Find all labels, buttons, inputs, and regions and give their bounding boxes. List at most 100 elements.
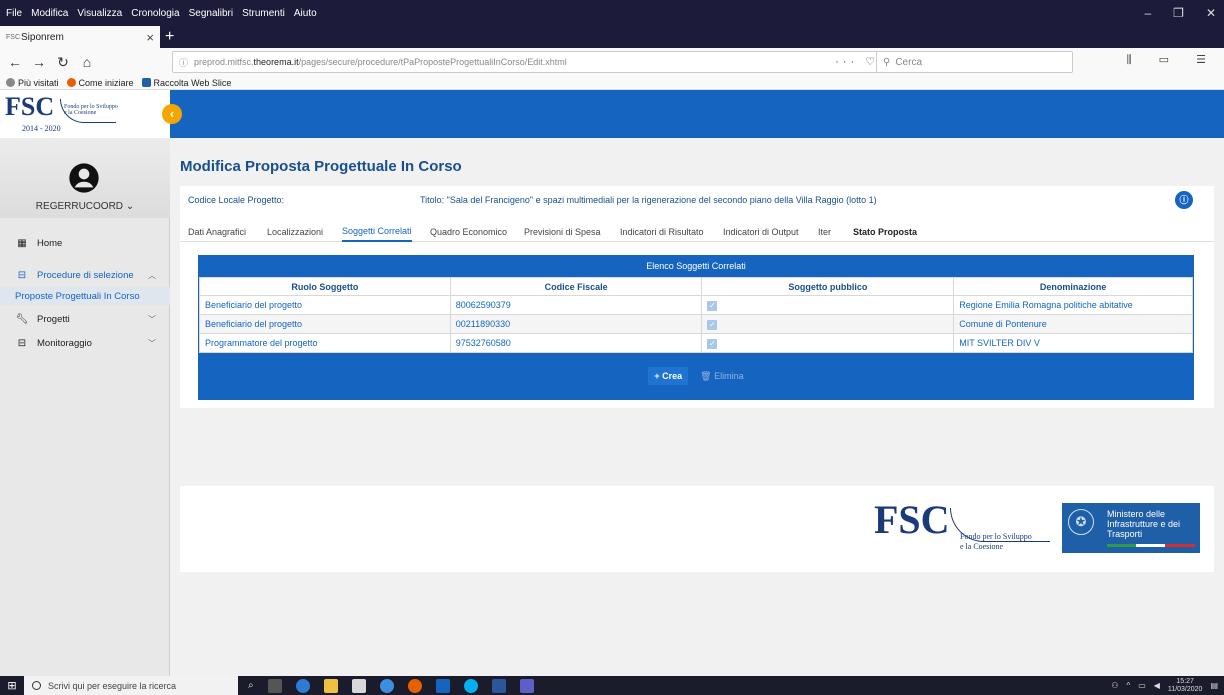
browser-search-input[interactable]: ⚲ Cerca [876, 51, 1073, 73]
tray-arrow-icon[interactable]: ^ [1126, 681, 1130, 690]
tab-previsioni-di-spesa[interactable]: Previsioni di Spesa [524, 222, 601, 242]
sidebar-item-label: Monitoraggio [37, 337, 92, 349]
file-explorer-icon[interactable] [323, 678, 338, 693]
sidebar-item-label: Progetti [37, 313, 70, 325]
network-icon[interactable]: ▭ [1138, 681, 1146, 690]
crea-button[interactable]: + Crea [648, 367, 689, 385]
sidebar-subitem-label: Proposte Progettuali In Corso [15, 290, 140, 302]
new-tab-icon[interactable]: + [165, 26, 174, 48]
user-name: REGERRUCOORD [35, 201, 124, 212]
tab-stato-proposta[interactable]: Stato Proposta [853, 222, 917, 242]
menu-file[interactable]: File [6, 8, 22, 19]
column-header[interactable]: Ruolo Soggetto [199, 277, 451, 296]
ie-icon[interactable] [379, 678, 394, 693]
tab-indicatori-di-risultato[interactable]: Indicatori di Risultato [620, 222, 704, 242]
menu-cronologia[interactable]: Cronologia [131, 8, 179, 19]
tab-indicatori-di-output[interactable]: Indicatori di Output [723, 222, 799, 242]
sidebar-item-procedure[interactable]: ⊟ Procedure di selezione ︿ [0, 264, 170, 286]
volume-icon[interactable]: ◀ [1154, 681, 1160, 690]
close-tab-icon[interactable]: × [146, 30, 154, 45]
reload-icon[interactable]: ↻ [54, 54, 72, 71]
footer-fsc-sub1: Fondo per lo Sviluppo [960, 532, 1032, 541]
task-view-icon[interactable] [267, 678, 282, 693]
edge-icon[interactable] [295, 678, 310, 693]
outlook-icon[interactable] [435, 678, 450, 693]
footer-fsc-logo: FSC [874, 497, 950, 542]
mit-logo: ✪ Ministero delle Infrastrutture e dei Tra… [1062, 503, 1200, 553]
table-row[interactable]: Beneficiario del progetto 80062590379 ✓ … [199, 295, 1193, 315]
home-icon[interactable]: ⌂ [78, 54, 96, 70]
footer: FSC Fondo per lo Sviluppo e la Coesione ✪… [180, 486, 1214, 572]
info-button[interactable]: ⓘ [1175, 191, 1193, 209]
procedure-icon: ⊟ [17, 269, 27, 281]
toolbar-icons[interactable]: ⫼ ▭ ☰ [1127, 53, 1218, 67]
page-title: Modifica Proposta Progettuale In Corso [180, 158, 462, 175]
skype-icon[interactable] [463, 678, 478, 693]
collapse-sidebar-button[interactable]: ‹ [162, 104, 182, 124]
logo-text: FSC [5, 92, 55, 121]
user-menu[interactable]: REGERRUCOORD ⌄ [0, 201, 170, 212]
menu-strumenti[interactable]: Strumenti [242, 8, 285, 19]
taskbar-search-input[interactable]: Scrivi qui per eseguire la ricerca [24, 676, 238, 695]
menu-modifica[interactable]: Modifica [31, 8, 68, 19]
bookmark-web-slice[interactable]: Raccolta Web Slice [141, 78, 231, 88]
cortana-icon [32, 681, 41, 690]
elimina-button[interactable]: 🗑︎ Elimina [700, 371, 743, 382]
table-row[interactable]: Beneficiario del progetto 00211890330 ✓ … [199, 314, 1193, 334]
cell-ruolo: Beneficiario del progetto [199, 295, 451, 315]
chevron-down-icon: ⌄ [125, 201, 135, 212]
people-icon[interactable]: ⚇ [1111, 681, 1118, 690]
main-content: Modifica Proposta Progettuale In Corso C… [170, 138, 1224, 676]
forward-icon[interactable]: → [30, 54, 48, 70]
tab-soggetti-correlati[interactable]: Soggetti Correlati [342, 222, 412, 242]
close-window-icon[interactable]: ✕ [1206, 6, 1216, 20]
web-slice-icon [141, 78, 151, 87]
codice-locale-label: Codice Locale Progetto: [188, 195, 285, 205]
sidebar-subitem-proposte[interactable]: Proposte Progettuali In Corso [0, 287, 170, 305]
emblem-icon: ✪ [1068, 509, 1094, 535]
microphone-icon[interactable]: ⌕ [248, 680, 254, 691]
dashboard-icon: ▦ [17, 237, 27, 249]
column-header[interactable]: Codice Fiscale [449, 277, 703, 296]
start-button[interactable]: ⊞ [0, 676, 24, 695]
notifications-icon[interactable]: ▤ [1210, 681, 1218, 690]
clock-date: 11/03/2020 [1167, 685, 1203, 693]
browser-tab[interactable]: FSC Siponrem × [0, 26, 160, 48]
clock[interactable]: 15:27 11/03/2020 [1168, 678, 1203, 694]
menu-visualizza[interactable]: Visualizza [77, 8, 122, 19]
menu-aiuto[interactable]: Aiuto [294, 8, 317, 19]
column-header[interactable]: Denominazione [953, 277, 1193, 296]
app-top-banner [170, 90, 1224, 138]
tab-quadro-economico[interactable]: Quadro Economico [430, 222, 507, 242]
table-row[interactable]: Programmatore del progetto 97532760580 ✓… [199, 333, 1193, 353]
mit-text: Ministero delle Infrastrutture e dei Trasp… [1107, 509, 1180, 539]
sidebar-item-progetti[interactable]: 🔧︎ Progetti ﹀ [0, 308, 170, 330]
menu-segnalibri[interactable]: Segnalibri [189, 8, 233, 19]
sidebar-item-home[interactable]: ▦ Home [0, 232, 170, 254]
tab-bar: Dati Anagrafici Localizzazioni Soggetti … [180, 222, 1214, 242]
minimize-icon[interactable]: – [1144, 6, 1151, 20]
bookmark-getting-started[interactable]: Come iniziare [66, 78, 134, 88]
maximize-icon[interactable]: ❐ [1173, 6, 1184, 20]
word-icon[interactable] [491, 678, 506, 693]
bookmark-most-visited[interactable]: Più visitati [6, 78, 59, 88]
soggetti-table: Ruolo Soggetto Codice Fiscale Soggetto p… [199, 277, 1193, 353]
cell-codice: 80062590379 [449, 295, 703, 315]
soggetti-table-panel: Elenco Soggetti Correlati Ruolo Soggetto… [198, 255, 1194, 400]
teams-icon[interactable] [519, 678, 534, 693]
monitor-icon: ⊟ [17, 337, 27, 349]
sidebar-item-monitoraggio[interactable]: ⊟ Monitoraggio ﹀ [0, 332, 170, 354]
cell-denominazione: Comune di Pontenure [953, 314, 1193, 334]
tab-dati-anagrafici[interactable]: Dati Anagrafici [188, 222, 246, 242]
url-host: theorema.it [253, 57, 299, 67]
tab-localizzazioni[interactable]: Localizzazioni [267, 222, 323, 242]
back-icon[interactable]: ← [6, 54, 24, 70]
column-header[interactable]: Soggetto pubblico [701, 277, 955, 296]
tab-iter[interactable]: Iter [818, 222, 831, 242]
store-icon[interactable] [351, 678, 366, 693]
url-bar[interactable]: ⓘ preprod.mitfsc. theorema.it/pages/secur… [172, 51, 909, 73]
firefox-taskbar-icon[interactable] [407, 678, 422, 693]
info-icon[interactable]: ⓘ [179, 56, 188, 69]
cell-denominazione: MIT SVILTER DIV V [953, 333, 1193, 353]
url-prefix: preprod.mitfsc. [194, 57, 254, 67]
